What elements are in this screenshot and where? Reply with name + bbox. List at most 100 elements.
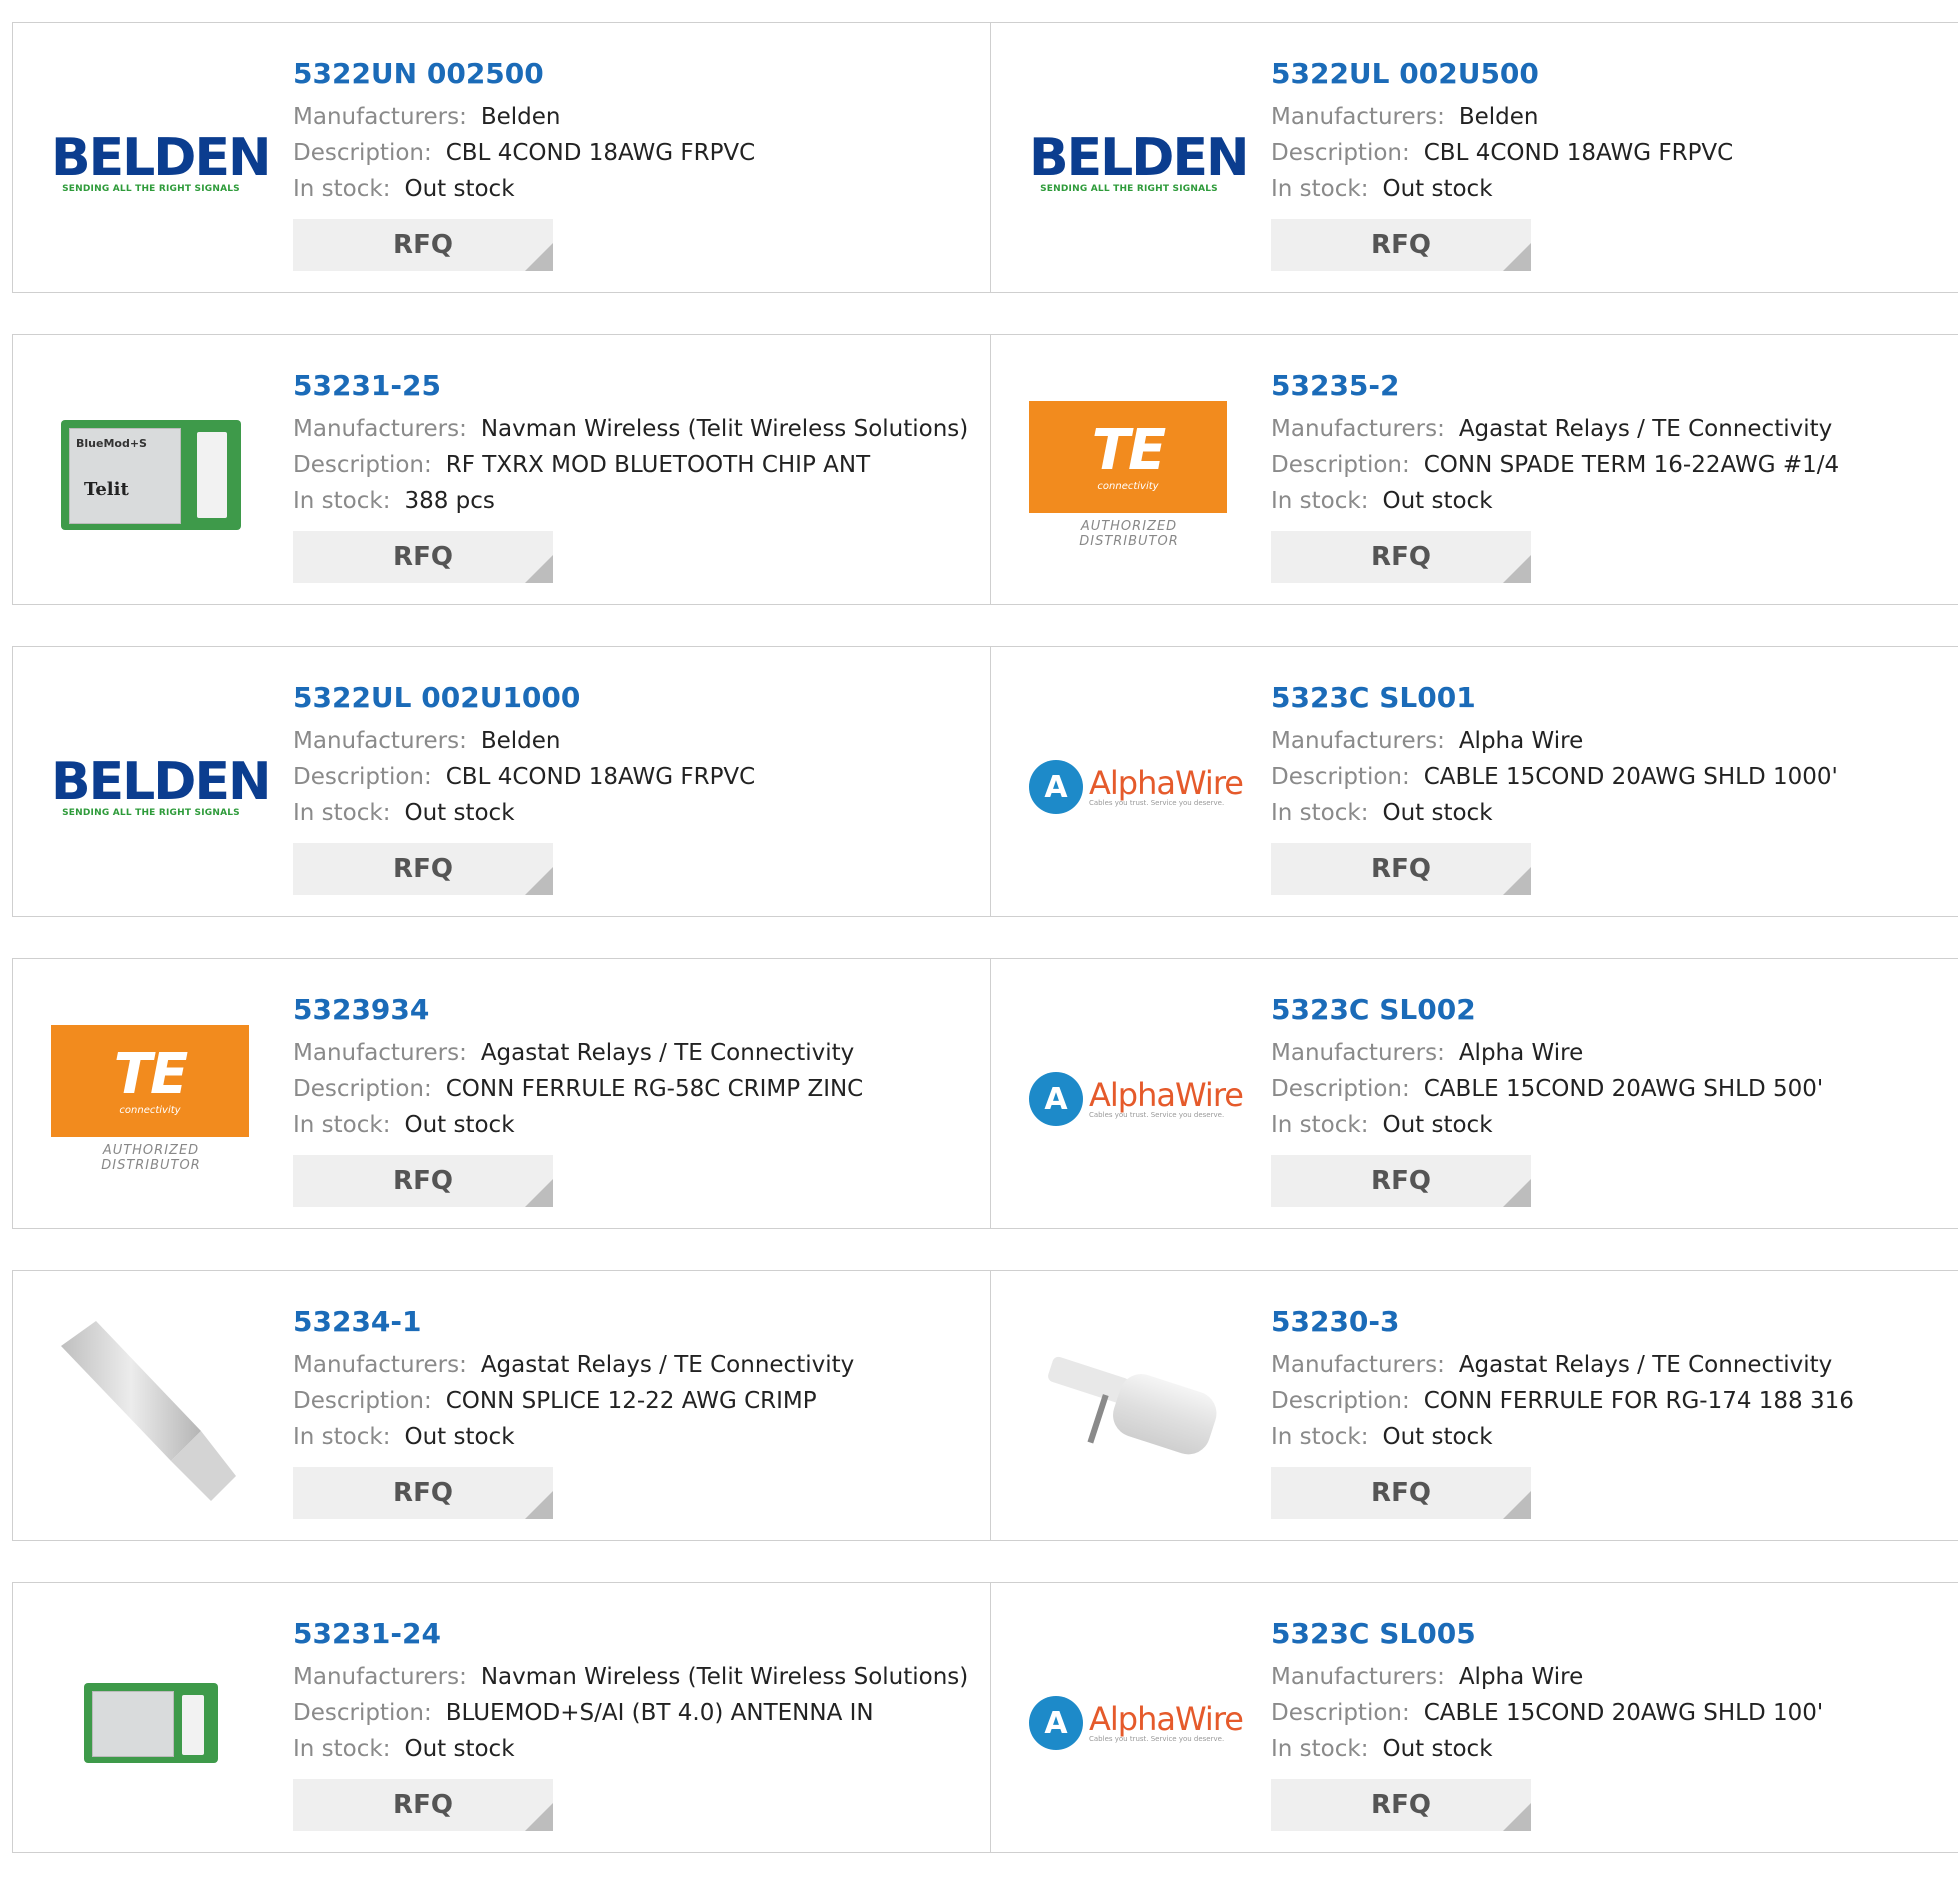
stock-value: Out stock xyxy=(404,176,515,202)
part-number-link[interactable]: 5322UN 002500 xyxy=(293,53,981,95)
splice-connector-image xyxy=(61,1321,236,1501)
manufacturer-line: Manufacturers: Alpha Wire xyxy=(1271,1040,1584,1066)
manufacturer-value: Alpha Wire xyxy=(1458,1040,1584,1066)
stock-line: In stock: Out stock xyxy=(293,176,515,202)
description-value: CABLE 15COND 20AWG SHLD 100' xyxy=(1423,1700,1824,1726)
product-card: BELDEN SENDING ALL THE RIGHT SIGNALS 532… xyxy=(12,22,992,293)
manufacturer-value: Agastat Relays / TE Connectivity xyxy=(480,1352,855,1378)
stock-value: Out stock xyxy=(1382,1112,1493,1138)
part-number-link[interactable]: 53235-2 xyxy=(1271,365,1958,407)
description-value: CONN FERRULE FOR RG-174 188 316 xyxy=(1423,1388,1854,1414)
rfq-button[interactable]: RFQ xyxy=(1271,1779,1531,1831)
stock-line: In stock: Out stock xyxy=(293,1736,515,1762)
rfq-button[interactable]: RFQ xyxy=(1271,843,1531,895)
product-thumbnail[interactable]: TE connectivity AUTHORIZED DISTRIBUTOR xyxy=(51,999,251,1199)
rfq-button[interactable]: RFQ xyxy=(1271,531,1531,583)
alphawire-mark-icon: A xyxy=(1029,1696,1083,1750)
alphawire-logo: A AlphaWire Cables you trust. Service yo… xyxy=(1029,1072,1244,1126)
product-row: 53234-1 Manufacturers: Agastat Relays / T… xyxy=(12,1270,1958,1543)
product-card: A AlphaWire Cables you trust. Service yo… xyxy=(990,646,1958,917)
product-card: BlueMod+S Telit 53231-25 Manufacturers: N… xyxy=(12,334,992,605)
stock-line: In stock: Out stock xyxy=(1271,488,1493,514)
product-card: A AlphaWire Cables you trust. Service yo… xyxy=(990,958,1958,1229)
product-thumbnail[interactable]: BELDEN SENDING ALL THE RIGHT SIGNALS xyxy=(51,63,272,263)
description-line: Description: CONN FERRULE FOR RG-174 188 … xyxy=(1271,1388,1854,1414)
part-number-link[interactable]: 5323934 xyxy=(293,989,981,1031)
rfq-button[interactable]: RFQ xyxy=(1271,219,1531,271)
description-value: CABLE 15COND 20AWG SHLD 1000' xyxy=(1423,764,1838,790)
description-line: Description: CONN FERRULE RG-58C CRIMP ZI… xyxy=(293,1076,864,1102)
manufacturer-value: Belden xyxy=(480,728,561,754)
bluetooth-module-image xyxy=(84,1683,218,1763)
part-number-link[interactable]: 53234-1 xyxy=(293,1301,981,1343)
part-number-link[interactable]: 53231-25 xyxy=(293,365,981,407)
product-card: TE connectivity AUTHORIZED DISTRIBUTOR 5… xyxy=(990,334,1958,605)
description-line: Description: RF TXRX MOD BLUETOOTH CHIP A… xyxy=(293,452,871,478)
product-thumbnail[interactable]: A AlphaWire Cables you trust. Service yo… xyxy=(1029,687,1244,887)
stock-value: Out stock xyxy=(1382,1424,1493,1450)
description-line: Description: CBL 4COND 18AWG FRPVC xyxy=(293,764,756,790)
manufacturer-value: Agastat Relays / TE Connectivity xyxy=(480,1040,855,1066)
manufacturer-line: Manufacturers: Belden xyxy=(293,728,561,754)
stock-value: Out stock xyxy=(404,1424,515,1450)
product-thumbnail[interactable] xyxy=(51,1623,251,1823)
part-number-link[interactable]: 53230-3 xyxy=(1271,1301,1958,1343)
part-number-link[interactable]: 53231-24 xyxy=(293,1613,981,1655)
part-number-link[interactable]: 5323C SL005 xyxy=(1271,1613,1958,1655)
manufacturer-line: Manufacturers: Alpha Wire xyxy=(1271,1664,1584,1690)
manufacturer-value: Belden xyxy=(480,104,561,130)
rfq-button[interactable]: RFQ xyxy=(1271,1155,1531,1207)
product-thumbnail[interactable]: A AlphaWire Cables you trust. Service yo… xyxy=(1029,999,1244,1199)
product-thumbnail[interactable] xyxy=(1029,1311,1229,1511)
manufacturer-line: Manufacturers: Navman Wireless (Telit Wir… xyxy=(293,416,969,442)
stock-value: Out stock xyxy=(1382,1736,1493,1762)
alphawire-logo: A AlphaWire Cables you trust. Service yo… xyxy=(1029,1696,1244,1750)
product-row: BELDEN SENDING ALL THE RIGHT SIGNALS 532… xyxy=(12,646,1958,919)
product-grid: BELDEN SENDING ALL THE RIGHT SIGNALS 532… xyxy=(12,22,1958,1894)
part-number-link[interactable]: 5322UL 002U1000 xyxy=(293,677,981,719)
stock-value: 388 pcs xyxy=(404,488,495,514)
product-thumbnail[interactable]: BlueMod+S Telit xyxy=(51,375,251,575)
product-card: A AlphaWire Cables you trust. Service yo… xyxy=(990,1582,1958,1853)
description-value: CONN SPLICE 12-22 AWG CRIMP xyxy=(445,1388,817,1414)
manufacturer-line: Manufacturers: Agastat Relays / TE Connec… xyxy=(293,1352,855,1378)
ferrule-connector-image xyxy=(1048,1356,1217,1455)
belden-logo: BELDEN SENDING ALL THE RIGHT SIGNALS xyxy=(1029,128,1250,194)
manufacturer-line: Manufacturers: Agastat Relays / TE Connec… xyxy=(1271,1352,1833,1378)
product-card: 53230-3 Manufacturers: Agastat Relays / T… xyxy=(990,1270,1958,1541)
product-thumbnail[interactable]: A AlphaWire Cables you trust. Service yo… xyxy=(1029,1623,1244,1823)
rfq-button[interactable]: RFQ xyxy=(1271,1467,1531,1519)
manufacturer-value: Belden xyxy=(1458,104,1539,130)
manufacturer-value: Agastat Relays / TE Connectivity xyxy=(1458,416,1833,442)
rfq-button[interactable]: RFQ xyxy=(293,531,553,583)
product-thumbnail[interactable]: BELDEN SENDING ALL THE RIGHT SIGNALS xyxy=(1029,63,1250,263)
rfq-button[interactable]: RFQ xyxy=(293,843,553,895)
stock-line: In stock: Out stock xyxy=(1271,1736,1493,1762)
stock-line: In stock: Out stock xyxy=(293,800,515,826)
alphawire-logo: A AlphaWire Cables you trust. Service yo… xyxy=(1029,760,1244,814)
rfq-button[interactable]: RFQ xyxy=(293,1155,553,1207)
manufacturer-value: Alpha Wire xyxy=(1458,1664,1584,1690)
rfq-button[interactable]: RFQ xyxy=(293,1779,553,1831)
product-card: TE connectivity AUTHORIZED DISTRIBUTOR 5… xyxy=(12,958,992,1229)
manufacturer-line: Manufacturers: Alpha Wire xyxy=(1271,728,1584,754)
description-line: Description: CONN SPADE TERM 16-22AWG #1/… xyxy=(1271,452,1840,478)
product-thumbnail[interactable]: BELDEN SENDING ALL THE RIGHT SIGNALS xyxy=(51,687,272,887)
belden-logo: BELDEN SENDING ALL THE RIGHT SIGNALS xyxy=(51,752,272,818)
description-value: CONN FERRULE RG-58C CRIMP ZINC xyxy=(445,1076,864,1102)
rfq-button[interactable]: RFQ xyxy=(293,1467,553,1519)
product-thumbnail[interactable] xyxy=(51,1311,251,1511)
part-number-link[interactable]: 5323C SL001 xyxy=(1271,677,1958,719)
stock-value: Out stock xyxy=(404,800,515,826)
stock-line: In stock: Out stock xyxy=(293,1112,515,1138)
manufacturer-line: Manufacturers: Agastat Relays / TE Connec… xyxy=(1271,416,1833,442)
rfq-button[interactable]: RFQ xyxy=(293,219,553,271)
description-line: Description: CABLE 15COND 20AWG SHLD 500' xyxy=(1271,1076,1824,1102)
part-number-link[interactable]: 5322UL 002U500 xyxy=(1271,53,1958,95)
manufacturer-line: Manufacturers: Belden xyxy=(293,104,561,130)
stock-value: Out stock xyxy=(1382,800,1493,826)
product-card: BELDEN SENDING ALL THE RIGHT SIGNALS 532… xyxy=(990,22,1958,293)
product-thumbnail[interactable]: TE connectivity AUTHORIZED DISTRIBUTOR xyxy=(1029,375,1229,575)
description-line: Description: CBL 4COND 18AWG FRPVC xyxy=(293,140,756,166)
part-number-link[interactable]: 5323C SL002 xyxy=(1271,989,1958,1031)
